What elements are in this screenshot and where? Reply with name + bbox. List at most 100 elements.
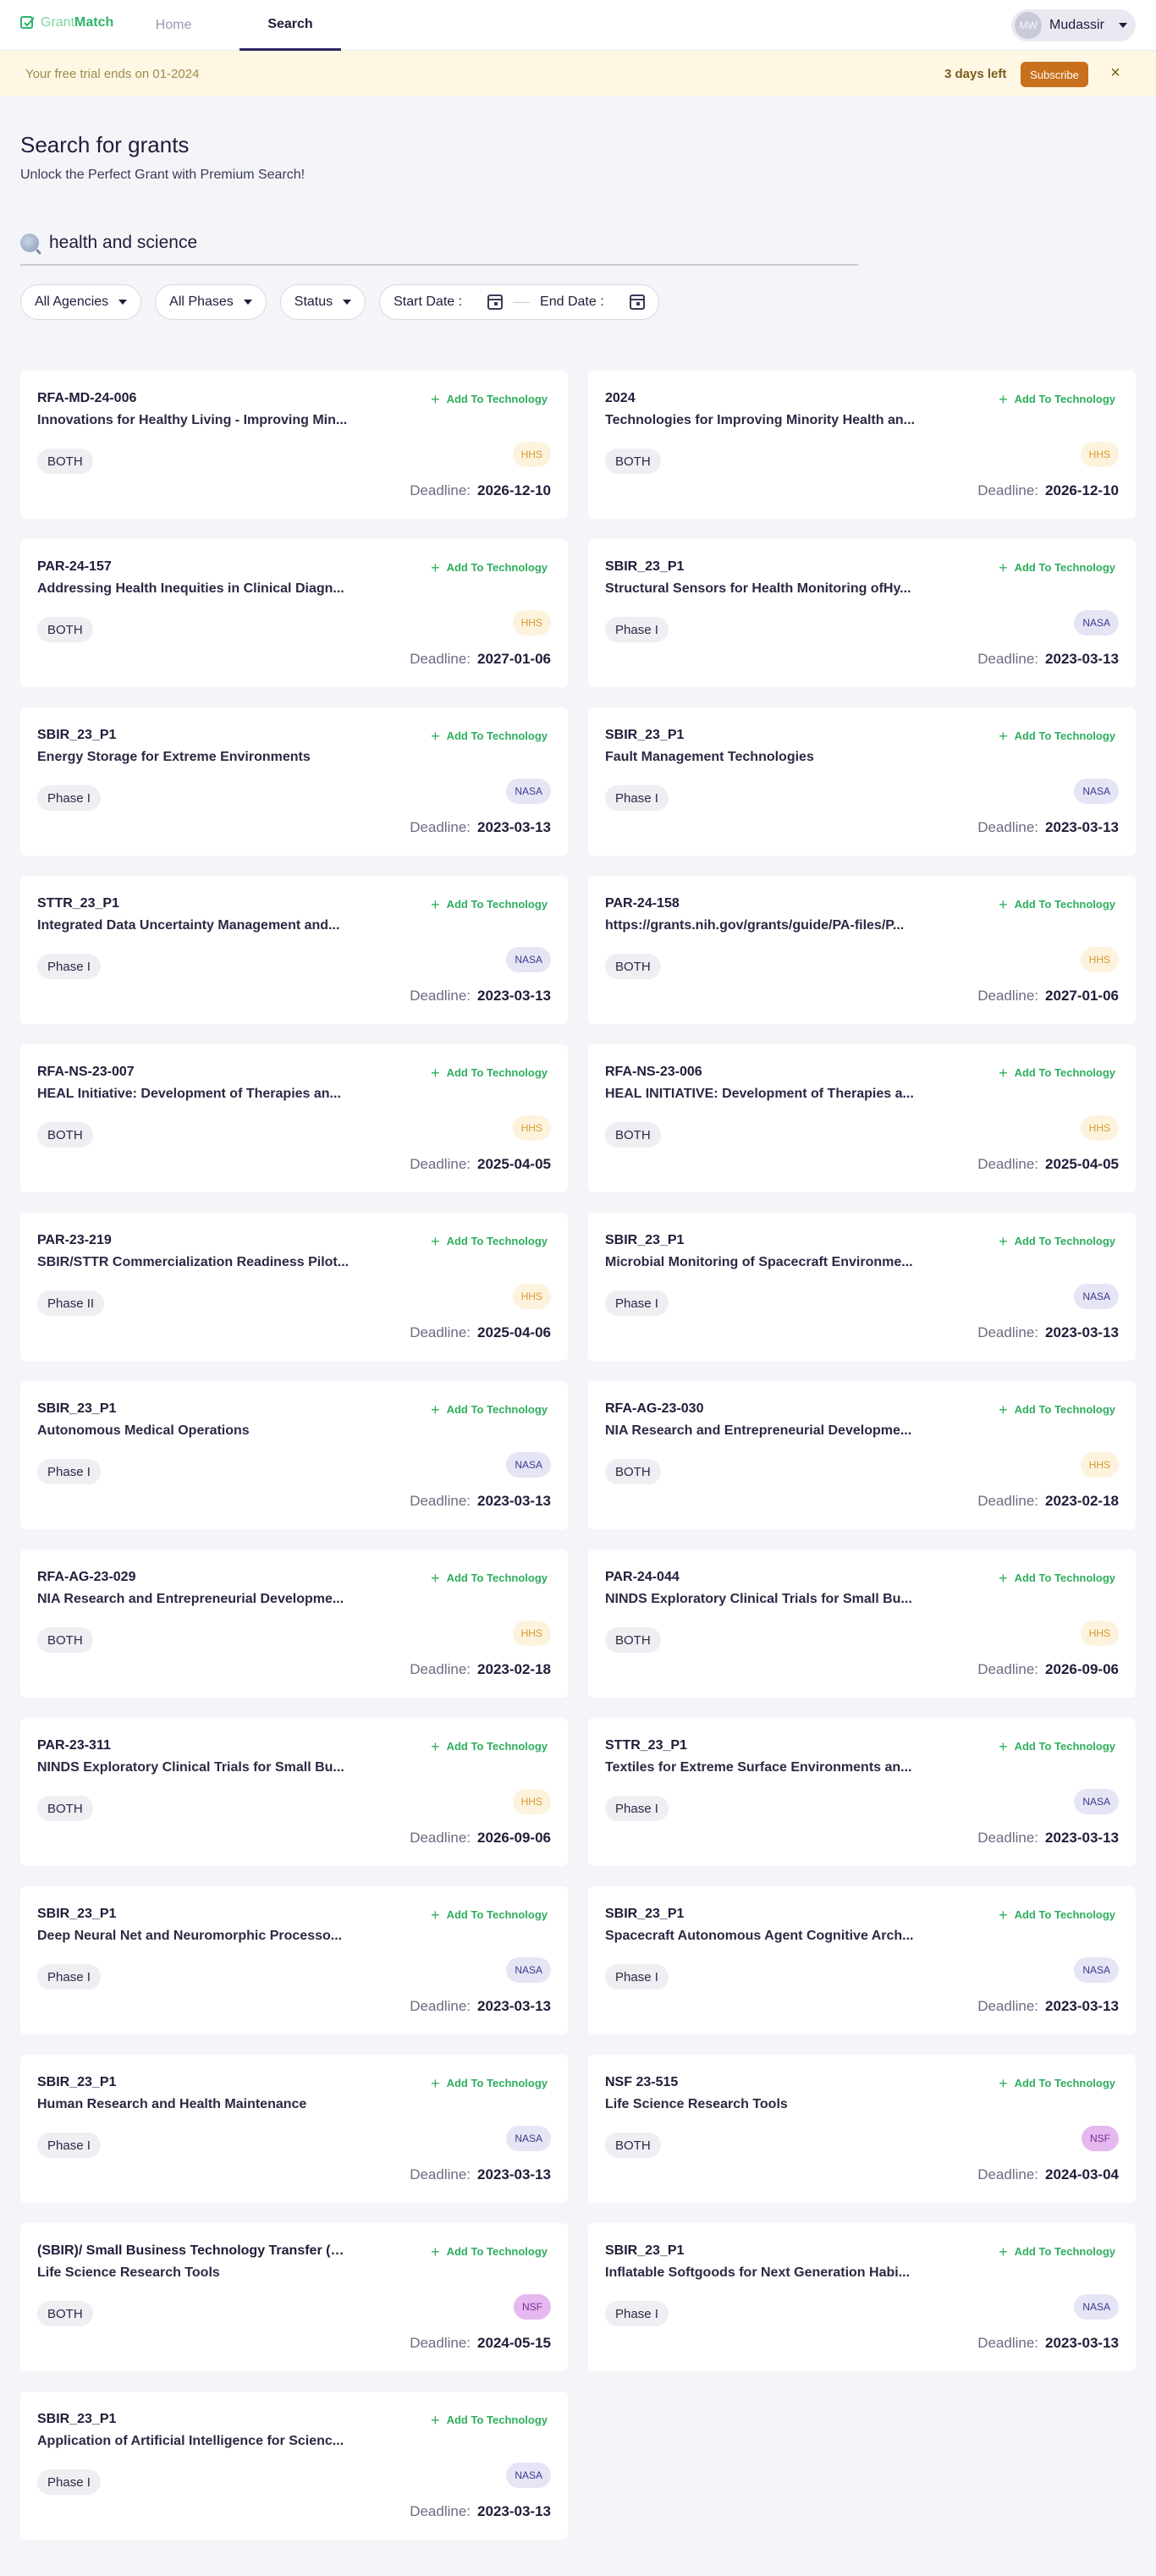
- grant-card[interactable]: PAR-23-219 SBIR/STTR Commercialization R…: [20, 1213, 568, 1361]
- grant-title: NIA Research and Entrepreneurial Develop…: [605, 1423, 912, 1438]
- grant-code: RFA-MD-24-006: [37, 391, 137, 405]
- add-to-technology-button[interactable]: + Add To Technology: [431, 897, 548, 912]
- agency-badge: NASA: [506, 1957, 551, 1983]
- grant-card[interactable]: (SBIR)/ Small Business Technology Transf…: [20, 2223, 568, 2371]
- deadline-value: 2023-03-13: [1045, 1324, 1119, 1340]
- plus-icon: +: [431, 390, 440, 408]
- tab-search[interactable]: Search: [239, 0, 341, 51]
- add-to-technology-button[interactable]: + Add To Technology: [999, 1906, 1115, 1924]
- user-name: Mudassir: [1049, 18, 1104, 32]
- deadline-label: Deadline:: [410, 819, 471, 835]
- add-to-technology-button[interactable]: + Add To Technology: [431, 1737, 548, 1755]
- grant-card[interactable]: SBIR_23_P1 Inflatable Softgoods for Next…: [588, 2223, 1136, 2371]
- close-icon[interactable]: ×: [1105, 63, 1126, 83]
- tab-home[interactable]: Home: [127, 0, 220, 51]
- grant-card[interactable]: RFA-NS-23-006 HEAL INITIATIVE: Developme…: [588, 1044, 1136, 1192]
- add-to-technology-button[interactable]: + Add To Technology: [431, 2076, 548, 2091]
- phases-dropdown[interactable]: All Phases: [155, 284, 267, 320]
- start-date-picker[interactable]: Start Date :: [394, 294, 504, 310]
- add-to-technology-button[interactable]: + Add To Technology: [431, 2413, 548, 2428]
- plus-icon: +: [999, 1906, 1008, 1924]
- grant-title: Life Science Research Tools: [605, 2097, 788, 2111]
- deadline-value: 2025-04-05: [477, 1156, 551, 1172]
- agency-badge: HHS: [512, 442, 551, 467]
- end-date-picker[interactable]: End Date :: [540, 294, 645, 310]
- phase-chip: BOTH: [605, 954, 661, 979]
- agencies-dropdown[interactable]: All Agencies: [20, 284, 142, 320]
- grant-card[interactable]: SBIR_23_P1 Human Research and Health Mai…: [20, 2055, 568, 2203]
- add-to-technology-button[interactable]: + Add To Technology: [999, 897, 1115, 912]
- grant-card[interactable]: SBIR_23_P1 Spacecraft Autonomous Agent C…: [588, 1886, 1136, 2034]
- add-to-technology-button[interactable]: + Add To Technology: [999, 1234, 1115, 1249]
- grant-card[interactable]: NSF 23-515 Life Science Research Tools +…: [588, 2055, 1136, 2203]
- add-to-technology-button[interactable]: + Add To Technology: [431, 560, 548, 575]
- add-to-technology-button[interactable]: + Add To Technology: [431, 1065, 548, 1081]
- add-to-technology-button[interactable]: + Add To Technology: [999, 729, 1115, 744]
- add-to-technology-label: Add To Technology: [1014, 561, 1115, 574]
- add-to-technology-button[interactable]: + Add To Technology: [999, 1402, 1115, 1417]
- calendar-icon[interactable]: [487, 294, 504, 310]
- grant-code: SBIR_23_P1: [37, 1907, 117, 1921]
- grant-title: HEAL INITIATIVE: Development of Therapie…: [605, 1087, 914, 1101]
- grant-card[interactable]: PAR-24-157 Addressing Health Inequities …: [20, 539, 568, 687]
- add-to-technology-button[interactable]: + Add To Technology: [999, 392, 1115, 407]
- deadline: Deadline: 2023-03-13: [977, 1998, 1119, 2015]
- phase-chip: Phase I: [37, 954, 101, 979]
- agency-badge: HHS: [1080, 1115, 1119, 1141]
- grant-title: Addressing Health Inequities in Clinical…: [37, 581, 344, 596]
- grant-card[interactable]: PAR-24-158 https://grants.nih.gov/grants…: [588, 876, 1136, 1024]
- add-to-technology-button[interactable]: + Add To Technology: [999, 2244, 1115, 2260]
- user-menu[interactable]: MW Mudassir: [1011, 9, 1136, 41]
- grant-card[interactable]: SBIR_23_P1 Microbial Monitoring of Space…: [588, 1213, 1136, 1361]
- add-to-technology-button[interactable]: + Add To Technology: [999, 560, 1115, 575]
- grant-card[interactable]: SBIR_23_P1 Autonomous Medical Operations…: [20, 1381, 568, 1529]
- add-to-technology-button[interactable]: + Add To Technology: [431, 1907, 548, 1923]
- grant-card[interactable]: RFA-AG-23-029 NIA Research and Entrepren…: [20, 1549, 568, 1698]
- grant-card[interactable]: SBIR_23_P1 Energy Storage for Extreme En…: [20, 707, 568, 856]
- grant-card[interactable]: 2024 Technologies for Improving Minority…: [588, 371, 1136, 519]
- add-to-technology-button[interactable]: + Add To Technology: [431, 2244, 548, 2260]
- grant-card[interactable]: PAR-24-044 NINDS Exploratory Clinical Tr…: [588, 1549, 1136, 1698]
- deadline: Deadline: 2024-03-04: [977, 2166, 1119, 2183]
- calendar-icon[interactable]: [629, 294, 645, 310]
- agency-badge: NASA: [506, 2463, 551, 2488]
- add-to-technology-button[interactable]: + Add To Technology: [999, 1065, 1115, 1081]
- grant-title: Structural Sensors for Health Monitoring…: [605, 581, 911, 596]
- add-to-technology-button[interactable]: + Add To Technology: [431, 1402, 548, 1417]
- grant-code: RFA-AG-23-029: [37, 1570, 136, 1584]
- add-to-technology-button[interactable]: + Add To Technology: [999, 1739, 1115, 1754]
- phase-chip: BOTH: [605, 2133, 661, 2158]
- add-to-technology-button[interactable]: + Add To Technology: [431, 390, 548, 408]
- agency-badge: NASA: [1074, 1789, 1119, 1814]
- trial-message: Your free trial ends on 01-2024: [25, 66, 200, 81]
- grant-card[interactable]: SBIR_23_P1 Structural Sensors for Health…: [588, 539, 1136, 687]
- grant-card[interactable]: STTR_23_P1 Integrated Data Uncertainty M…: [20, 876, 568, 1024]
- grant-card[interactable]: RFA-MD-24-006 Innovations for Healthy Li…: [20, 371, 568, 519]
- grant-card[interactable]: STTR_23_P1 Textiles for Extreme Surface …: [588, 1718, 1136, 1866]
- subscribe-button[interactable]: Subscribe: [1021, 62, 1088, 87]
- grant-card[interactable]: SBIR_23_P1 Fault Management Technologies…: [588, 707, 1136, 856]
- add-to-technology-button[interactable]: + Add To Technology: [431, 1234, 548, 1249]
- grant-card[interactable]: SBIR_23_P1 Deep Neural Net and Neuromorp…: [20, 1886, 568, 2034]
- deadline-label: Deadline:: [977, 1324, 1039, 1340]
- logo[interactable]: GrantMatch: [20, 15, 113, 30]
- avatar: MW: [1015, 12, 1042, 39]
- status-dropdown[interactable]: Status: [279, 284, 366, 320]
- grant-card[interactable]: PAR-23-311 NINDS Exploratory Clinical Tr…: [20, 1718, 568, 1866]
- phase-chip: Phase I: [605, 2301, 669, 2326]
- add-to-technology-button[interactable]: + Add To Technology: [999, 1571, 1115, 1586]
- grant-card[interactable]: SBIR_23_P1 Application of Artificial Int…: [20, 2392, 568, 2540]
- deadline-value: 2023-03-13: [477, 988, 551, 1004]
- deadline-value: 2023-03-13: [477, 1493, 551, 1509]
- add-to-technology-button[interactable]: + Add To Technology: [431, 1571, 548, 1586]
- add-to-technology-button[interactable]: + Add To Technology: [999, 2076, 1115, 2091]
- search-input[interactable]: [49, 233, 811, 253]
- start-date-label: Start Date :: [394, 294, 463, 309]
- add-to-technology-button[interactable]: + Add To Technology: [431, 729, 548, 744]
- grant-code: SBIR_23_P1: [605, 559, 685, 574]
- agency-badge: HHS: [1080, 442, 1119, 467]
- grant-card[interactable]: RFA-NS-23-007 HEAL Initiative: Developme…: [20, 1044, 568, 1192]
- add-to-technology-label: Add To Technology: [1014, 2245, 1115, 2258]
- plus-icon: +: [431, 1737, 440, 1755]
- grant-card[interactable]: RFA-AG-23-030 NIA Research and Entrepren…: [588, 1381, 1136, 1529]
